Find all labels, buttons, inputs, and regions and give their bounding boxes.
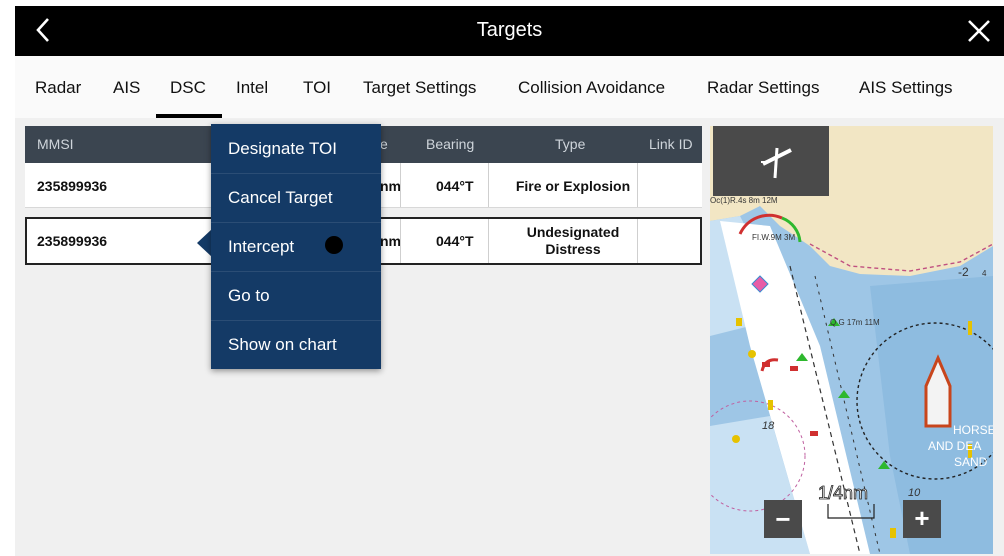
cell-mmsi: 235899936 xyxy=(37,233,108,249)
zoom-in-button[interactable]: + xyxy=(903,500,941,538)
column-header-mmsi: MMSI xyxy=(37,136,74,152)
menu-item-intercept[interactable]: Intercept xyxy=(211,222,381,272)
chart-label: 10 xyxy=(908,487,921,499)
menu-item-show-on-chart[interactable]: Show on chart xyxy=(211,320,381,369)
plus-icon: + xyxy=(914,503,930,533)
tab-ais[interactable]: AIS xyxy=(113,78,140,98)
column-divider xyxy=(400,163,401,207)
chart-label: 18 xyxy=(762,420,775,432)
chart-label: Q G 17m 11M xyxy=(830,318,880,327)
menu-item-label: Go to xyxy=(228,286,270,305)
column-header-type: Type xyxy=(555,136,586,152)
page-title: Targets xyxy=(476,19,543,41)
column-header-link-id: Link ID xyxy=(649,136,693,152)
cell-type: Undesignated Distress xyxy=(526,224,620,257)
tab-collision-avoidance[interactable]: Collision Avoidance xyxy=(518,78,665,98)
context-menu-pointer xyxy=(197,229,212,257)
cell-range: nm xyxy=(380,178,401,194)
column-header-bearing: Bearing xyxy=(426,136,475,152)
chart-label: HORSE xyxy=(953,423,993,437)
chart-label: FI.W.9M 3M xyxy=(752,233,795,242)
minus-icon: − xyxy=(775,504,791,534)
cell-bearing: 044°T xyxy=(436,233,474,249)
close-icon[interactable] xyxy=(966,18,992,44)
menu-item-label: Designate TOI xyxy=(228,139,337,158)
tab-bar: Radar AIS DSC Intel TOI Target Settings … xyxy=(15,56,1004,118)
tab-radar[interactable]: Radar xyxy=(35,78,81,98)
chart-label: -2 xyxy=(958,265,969,279)
column-divider xyxy=(488,163,489,207)
tab-ais-settings[interactable]: AIS Settings xyxy=(859,78,953,98)
menu-item-designate-toi[interactable]: Designate TOI xyxy=(211,124,381,174)
cell-range: nm xyxy=(380,233,401,249)
column-header-range: e xyxy=(380,136,388,152)
menu-item-label: Show on chart xyxy=(228,335,337,354)
chart-label: AND DEA xyxy=(928,439,981,453)
tab-target-settings[interactable]: Target Settings xyxy=(363,78,476,98)
menu-item-label: Cancel Target xyxy=(228,188,333,207)
cell-mmsi: 235899936 xyxy=(37,178,108,194)
column-divider xyxy=(637,219,638,263)
column-divider xyxy=(637,163,638,207)
context-menu: Designate TOI Cancel Target Intercept Go… xyxy=(211,124,381,369)
tab-dsc[interactable]: DSC xyxy=(170,78,206,98)
menu-item-label: Intercept xyxy=(228,237,295,256)
tab-radar-settings[interactable]: Radar Settings xyxy=(707,78,819,98)
chart-label: SAND xyxy=(954,455,988,469)
column-divider xyxy=(400,219,401,263)
zoom-out-button[interactable]: − xyxy=(764,500,802,538)
chart-label: Oc(1)R.4s 8m 12M xyxy=(710,196,778,205)
menu-item-cancel-target[interactable]: Cancel Target xyxy=(211,173,381,223)
compass-button[interactable] xyxy=(713,126,829,196)
cell-type: Fire or Explosion xyxy=(515,178,631,194)
title-bar: Targets xyxy=(15,6,1004,56)
chart-label: 4 xyxy=(982,269,987,278)
chart-map[interactable]: Oc(1)R.4s 8m 12M FI.W.9M 3M Q G 17m 11M … xyxy=(710,126,993,554)
menu-item-go-to[interactable]: Go to xyxy=(211,271,381,321)
tab-intel[interactable]: Intel xyxy=(236,78,268,98)
cell-bearing: 044°T xyxy=(436,178,474,194)
tab-toi[interactable]: TOI xyxy=(303,78,331,98)
scale-label: 1/4nm xyxy=(818,483,868,503)
column-divider xyxy=(488,219,489,263)
touch-point-indicator xyxy=(325,236,343,254)
compass-icon xyxy=(761,147,792,179)
